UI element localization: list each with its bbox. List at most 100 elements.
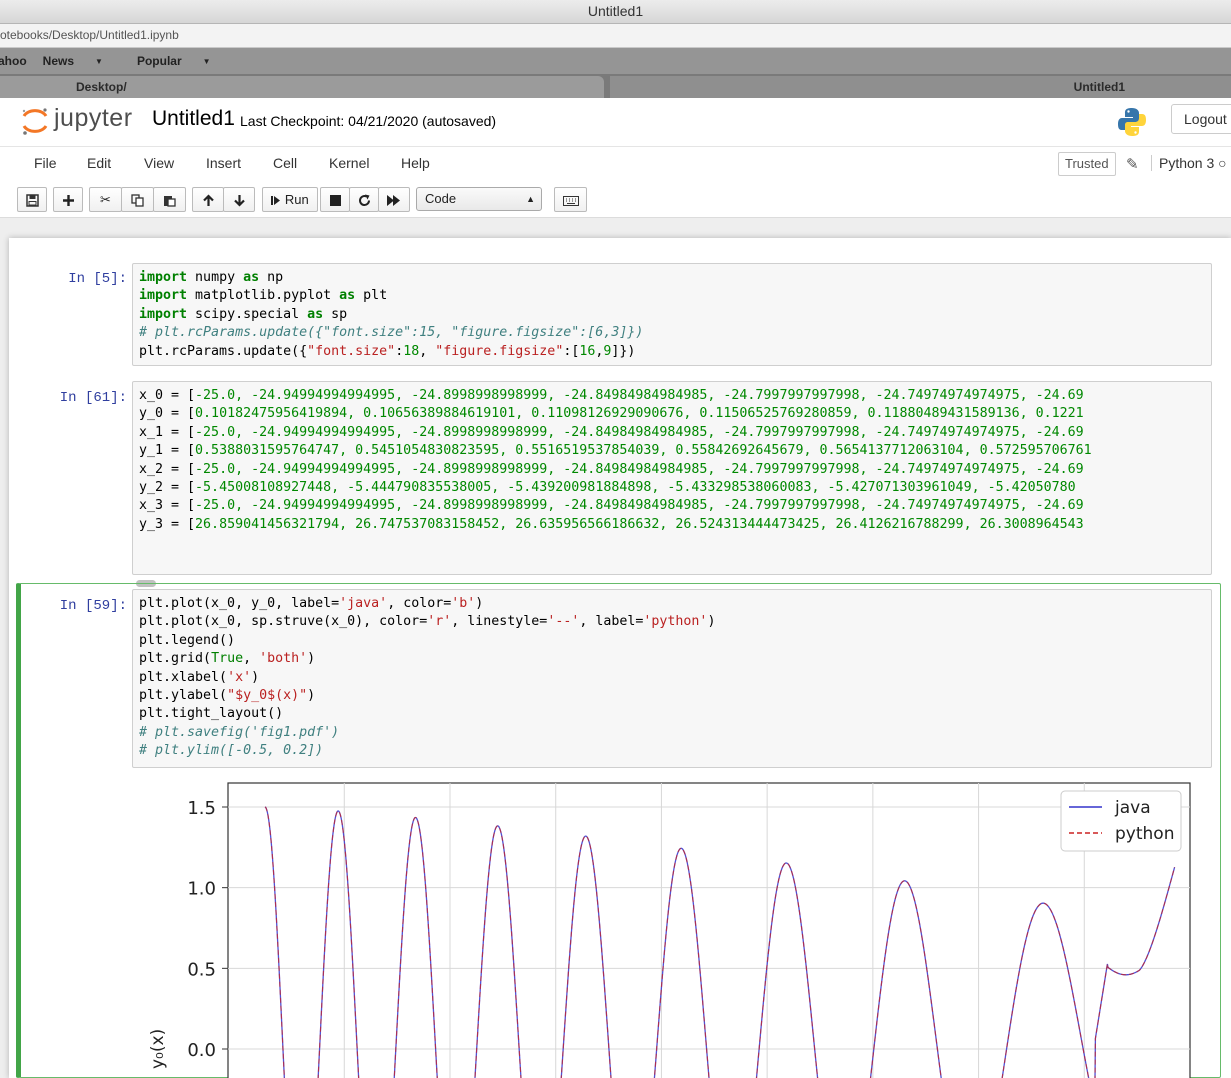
code-token: "figure.figsize" [435,343,564,359]
bookmark-popular[interactable]: Popular ▼ [137,54,229,68]
plus-icon [62,195,74,207]
move-down-button[interactable] [223,187,255,212]
code-token: -25.0, -24.94994994994995, -24.899899899… [195,461,1084,477]
code-token: -25.0, -24.94994994994995, -24.899899899… [195,424,1084,440]
code-token: plt.plot(x_0, y_0, label= [139,596,340,611]
code-token: plt.xlabel( [139,669,228,685]
menu-file[interactable]: File [34,155,57,171]
code-token: : [395,343,404,359]
code-editor[interactable]: plt.plot(x_0, y_0, label='java', color='… [133,590,1211,761]
refresh-icon [358,194,370,207]
output-plot: 0.0 0.5 1.0 1.5 y₀(x) java python [148,782,1191,1078]
code-token: "$y_0$(x)" [227,688,308,704]
cut-button[interactable]: ✂ [89,187,122,212]
bookmarks-bar: ahoo News ▼ Popular ▼ [0,48,1231,74]
menu-insert[interactable]: Insert [206,155,241,171]
y-axis-label: y₀(x) [148,1029,168,1069]
kernel-name: Python 3 [1159,155,1215,171]
trusted-indicator[interactable]: Trusted [1058,152,1116,176]
code-token: 'b' [451,596,476,611]
run-button[interactable]: Run [262,187,318,212]
code-line: plt.xlabel('x') [139,669,1211,687]
code-token: plt.grid( [139,651,212,667]
code-token: x_3 = [ [139,498,196,514]
chevron-down-icon: ▼ [202,57,211,66]
window-title: Untitled1 [587,3,644,19]
code-token: ) [707,614,716,630]
code-token: y_2 = [ [139,480,196,496]
code-token: -25.0, -24.94994994994995, -24.899899899… [195,388,1084,403]
code-token: np [259,270,284,285]
code-token: , [419,343,436,359]
copy-button[interactable] [121,187,154,212]
code-token: # plt.ylim([-0.5, 0.2]) [139,743,324,759]
logout-button[interactable]: Logout [1171,104,1231,134]
code-token: 'java' [339,596,388,611]
arrow-down-icon [233,195,245,207]
bookmark-yahoo[interactable]: ahoo [0,54,27,68]
move-up-button[interactable] [192,187,224,212]
code-token: 18 [403,343,420,359]
code-line: plt.tight_layout() [139,705,1211,723]
code-token: :[ [563,343,580,359]
run-label: Run [284,192,309,207]
code-line: x_2 = [-25.0, -24.94994994994995, -24.89… [139,461,1211,479]
command-palette-button[interactable] [554,187,587,212]
restart-button[interactable] [349,187,379,212]
menu-kernel[interactable]: Kernel [329,155,369,171]
code-token: y_0 = [ [139,406,196,422]
menu-view[interactable]: View [144,155,174,171]
copy-icon [131,194,144,207]
code-line: x_3 = [-25.0, -24.94994994994995, -24.89… [139,497,1211,515]
code-line: import numpy as np [139,269,1211,287]
cell-type-select[interactable]: Code ▲ [416,187,542,211]
menu-help[interactable]: Help [401,155,430,171]
code-token: , linestyle= [451,614,548,630]
code-line: plt.legend() [139,632,1211,650]
tab-desktop[interactable]: Desktop/ [0,76,604,98]
code-token: plt [355,288,388,304]
code-cell-plot[interactable]: plt.plot(x_0, y_0, label='java', color='… [132,589,1212,768]
interrupt-button[interactable] [320,187,350,212]
code-cell-imports[interactable]: import numpy as np import matplotlib.pypl… [132,263,1212,366]
address-url: otebooks/Desktop/Untitled1.ipynb [0,28,179,42]
code-cell-data[interactable]: x_0 = [-25.0, -24.94994994994995, -24.89… [132,381,1212,575]
code-token: # plt.rcParams.update({"font.size":15, "… [139,325,644,341]
code-line: # plt.rcParams.update({"font.size":15, "… [139,324,1211,342]
code-editor[interactable]: x_0 = [-25.0, -24.94994994994995, -24.89… [133,382,1211,534]
code-token: sp [323,306,348,322]
code-editor[interactable]: import numpy as np import matplotlib.pypl… [133,264,1211,361]
code-line: plt.ylabel("$y_0$(x)") [139,687,1211,705]
code-line: y_0 = [0.10182475956419894, 0.1065638988… [139,405,1211,423]
code-token: "font.size" [307,343,396,359]
code-line: # plt.ylim([-0.5, 0.2]) [139,742,1211,760]
notebook-name[interactable]: Untitled1 [152,107,235,131]
code-line: x_1 = [-25.0, -24.94994994994995, -24.89… [139,424,1211,442]
y-tick-label: 1.5 [187,798,216,819]
code-line: plt.plot(x_0, sp.struve(x_0), color='r',… [139,613,1211,631]
code-token: plt.ylabel( [139,688,228,704]
pencil-icon[interactable]: ✎ [1126,155,1139,173]
plot-axes-frame [227,782,1191,1078]
menu-cell[interactable]: Cell [273,155,297,171]
code-token: ]}) [611,343,636,359]
save-button[interactable] [17,187,47,212]
menu-edit[interactable]: Edit [87,155,111,171]
address-bar[interactable]: otebooks/Desktop/Untitled1.ipynb [0,24,1231,48]
insert-cell-button[interactable] [53,187,83,212]
jupyter-logo-icon[interactable] [20,106,50,136]
code-token: , color= [387,596,452,611]
code-token: 16 [579,343,596,359]
chevron-updown-icon: ▲ [526,194,535,204]
tab-untitled1[interactable]: Untitled1 [610,76,1231,98]
code-token: 26.859041456321794, 26.747537083158452, … [195,516,1084,532]
paste-button[interactable] [153,187,186,212]
cell-prompt: In [61]: [59,390,127,406]
code-token: import [139,288,188,304]
bookmark-news[interactable]: News ▼ [43,54,121,68]
code-token: True [211,651,244,667]
stop-icon [329,195,341,207]
code-token: plt.plot(x_0, sp.struve(x_0), color= [139,614,428,630]
code-line: plt.grid(True, 'both') [139,650,1211,668]
restart-run-all-button[interactable] [378,187,410,212]
